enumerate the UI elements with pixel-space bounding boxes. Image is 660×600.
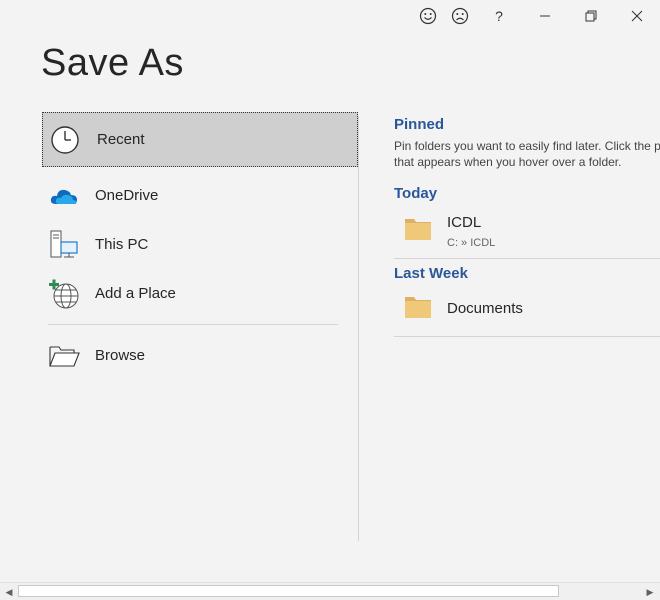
folder-icon xyxy=(405,297,431,318)
nav-item-label: Recent xyxy=(97,131,145,148)
nav-item-label: This PC xyxy=(95,236,149,253)
frown-icon xyxy=(451,7,469,25)
scroll-right-button[interactable]: ▶ xyxy=(643,585,657,599)
close-icon xyxy=(631,10,643,22)
nav-item-add-a-place[interactable]: Add a Place xyxy=(42,269,358,318)
globe-add-icon xyxy=(49,279,79,308)
scrollbar-thumb[interactable] xyxy=(18,585,559,597)
nav-item-label: Add a Place xyxy=(95,285,176,302)
help-button[interactable]: ? xyxy=(487,4,511,28)
scroll-right-icon: ▶ xyxy=(646,586,654,597)
folder-item-documents[interactable]: Documents xyxy=(394,282,660,336)
restore-icon xyxy=(585,10,597,22)
nav-item-label: OneDrive xyxy=(95,187,159,204)
minimize-icon xyxy=(540,15,550,17)
recent-folders-pane: Pinned Pin folders you want to easily fi… xyxy=(394,112,660,337)
today-section: Today ICDL C: » ICDL xyxy=(394,185,660,259)
cloud-icon xyxy=(50,189,77,204)
folder-icon xyxy=(405,219,431,240)
folder-name: Documents xyxy=(447,300,523,317)
nav-divider xyxy=(48,324,338,325)
nav-item-recent[interactable]: Recent xyxy=(42,112,358,167)
nav-item-onedrive[interactable]: OneDrive xyxy=(42,171,358,220)
row-divider xyxy=(394,258,660,259)
smile-button[interactable] xyxy=(416,4,440,28)
pinned-section: Pinned Pin folders you want to easily fi… xyxy=(394,112,660,170)
today-heading: Today xyxy=(394,185,438,202)
pinned-description: Pin folders you want to easily find late… xyxy=(394,139,660,169)
last-week-heading: Last Week xyxy=(394,265,468,282)
horizontal-scrollbar[interactable]: ◀ ▶ xyxy=(0,582,660,600)
clock-icon xyxy=(51,125,79,154)
minimize-button[interactable] xyxy=(533,4,557,28)
row-divider xyxy=(394,336,660,337)
column-divider xyxy=(358,116,359,541)
nav-item-label: Browse xyxy=(95,347,146,364)
last-week-section: Last Week Documents xyxy=(394,265,660,337)
pinned-heading: Pinned xyxy=(394,116,445,133)
open-folder-icon xyxy=(49,345,80,367)
frown-button[interactable] xyxy=(448,4,472,28)
folder-path: C: » ICDL xyxy=(447,237,496,249)
nav-item-this-pc[interactable]: This PC xyxy=(42,220,358,269)
help-icon: ? xyxy=(495,8,503,24)
close-button[interactable] xyxy=(625,4,649,28)
save-location-nav: Recent OneDrive This PC Add a Place Brow… xyxy=(42,112,358,380)
nav-item-browse[interactable]: Browse xyxy=(42,331,358,380)
page-title: Save As xyxy=(41,42,184,84)
scroll-left-icon: ◀ xyxy=(5,586,13,597)
smile-icon xyxy=(419,7,437,25)
scroll-left-button[interactable]: ◀ xyxy=(2,585,16,599)
restore-button[interactable] xyxy=(579,4,603,28)
folder-name: ICDL xyxy=(447,214,482,231)
computer-icon xyxy=(50,230,78,257)
folder-item-icdl[interactable]: ICDL C: » ICDL xyxy=(394,202,660,258)
